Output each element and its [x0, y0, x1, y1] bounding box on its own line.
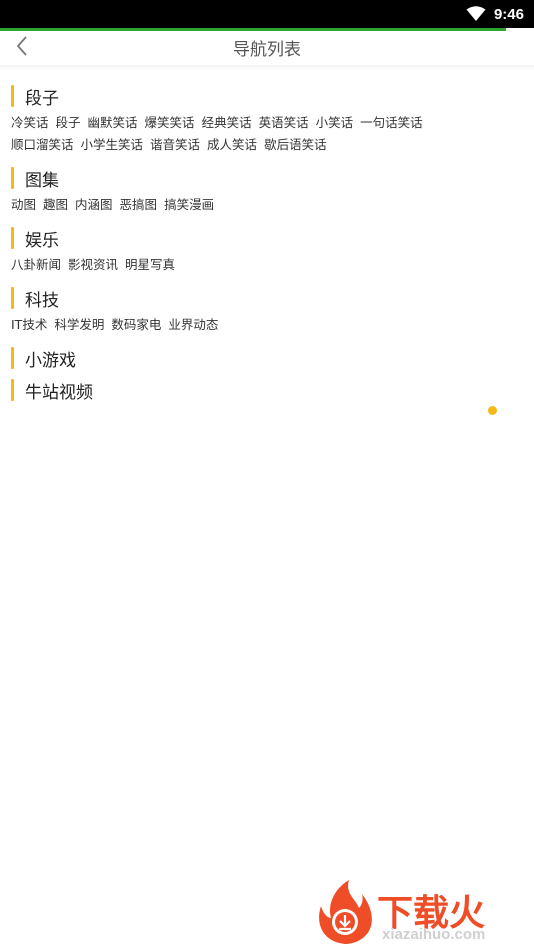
nav-section: 娱乐八卦新闻 影视资讯 明星写真 — [0, 226, 534, 274]
section-title-label: 小游戏 — [25, 350, 76, 371]
watermark-url: xiazaihuo.com — [382, 926, 486, 943]
nav-list: 段子 冷笑话 段子 幽默笑话 爆笑笑话 经典笑话 英语笑话 小笑话 一句话笑话 顺口溜笑话 小学生笑… — [0, 84, 534, 410]
nav-link[interactable]: 英语笑话 — [259, 114, 309, 132]
status-time: 9:46 — [493, 5, 524, 23]
section-marker — [11, 167, 14, 189]
section-marker — [11, 85, 14, 107]
nav-link[interactable]: 搞笑漫画 — [164, 196, 214, 214]
section-title[interactable]: 牛站视频 — [0, 378, 534, 403]
nav-link[interactable]: 段子 — [56, 114, 81, 132]
section-marker — [11, 227, 14, 249]
nav-link[interactable]: 爆笑笑话 — [145, 114, 195, 132]
section-marker — [11, 347, 14, 369]
watermark-logo: 下载火 xiazaihuo.com — [315, 878, 525, 946]
section-title-label: 科技 — [25, 290, 59, 311]
nav-link[interactable]: 小学生笑话 — [81, 136, 144, 154]
nav-link[interactable]: 歇后语笑话 — [264, 136, 327, 154]
nav-section: 图集动图 趣图 内涵图 恶搞图 搞笑漫画 — [0, 166, 534, 214]
app-header: 导航列表 — [0, 31, 534, 65]
nav-link[interactable]: 影视资讯 — [68, 256, 118, 274]
section-marker — [11, 379, 14, 401]
nav-link[interactable]: 明星写真 — [125, 256, 175, 274]
nav-link[interactable]: 小笑话 — [316, 114, 354, 132]
nav-section: 牛站视频 — [0, 378, 534, 403]
nav-link[interactable]: 一句话笑话 — [360, 114, 423, 132]
nav-link[interactable]: 谐音笑话 — [150, 136, 200, 154]
nav-section: 小游戏 — [0, 346, 534, 371]
nav-section: 科技 IT技术 科学发明 数码家电 业界动态 — [0, 286, 534, 334]
header-divider — [0, 65, 534, 71]
nav-link[interactable]: 动图 — [11, 196, 36, 214]
nav-link[interactable]: 数码家电 — [111, 316, 161, 334]
section-links: 八卦新闻 影视资讯 明星写真 — [11, 256, 461, 274]
nav-link[interactable]: IT技术 — [11, 316, 47, 334]
section-title: 段子 — [0, 84, 534, 109]
nav-link[interactable]: 趣图 — [43, 196, 68, 214]
section-title: 科技 — [0, 286, 534, 311]
nav-link[interactable]: 八卦新闻 — [11, 256, 61, 274]
section-title-label: 娱乐 — [25, 230, 59, 251]
wifi-icon — [466, 6, 486, 21]
nav-link[interactable]: 科学发明 — [54, 316, 104, 334]
nav-link[interactable]: 业界动态 — [168, 316, 218, 334]
nav-link[interactable]: 成人笑话 — [207, 136, 257, 154]
section-title-label: 牛站视频 — [25, 382, 93, 403]
section-title[interactable]: 小游戏 — [0, 346, 534, 371]
nav-link[interactable]: 顺口溜笑话 — [11, 136, 74, 154]
section-title-label: 图集 — [25, 170, 59, 191]
section-title: 图集 — [0, 166, 534, 191]
nav-section: 段子 冷笑话 段子 幽默笑话 爆笑笑话 经典笑话 英语笑话 小笑话 一句话笑话 顺口溜笑话 小学生笑… — [0, 84, 534, 154]
nav-link[interactable]: 内涵图 — [75, 196, 113, 214]
section-title-label: 段子 — [25, 88, 59, 109]
floating-dot[interactable] — [488, 406, 497, 415]
flame-logo-icon — [319, 880, 372, 944]
page-title: 导航列表 — [233, 40, 301, 60]
section-links: IT技术 科学发明 数码家电 业界动态 — [11, 316, 461, 334]
section-links: 冷笑话 段子 幽默笑话 爆笑笑话 经典笑话 英语笑话 小笑话 一句话笑话顺口溜笑话 小学生笑话谐… — [11, 114, 461, 154]
status-bar: 9:46 — [0, 0, 534, 28]
nav-link[interactable]: 冷笑话 — [11, 114, 49, 132]
nav-link[interactable]: 恶搞图 — [120, 196, 158, 214]
nav-link[interactable]: 幽默笑话 — [88, 114, 138, 132]
section-links: 动图 趣图 内涵图 恶搞图 搞笑漫画 — [11, 196, 461, 214]
section-title: 娱乐 — [0, 226, 534, 251]
nav-link[interactable]: 经典笑话 — [202, 114, 252, 132]
section-marker — [11, 287, 14, 309]
